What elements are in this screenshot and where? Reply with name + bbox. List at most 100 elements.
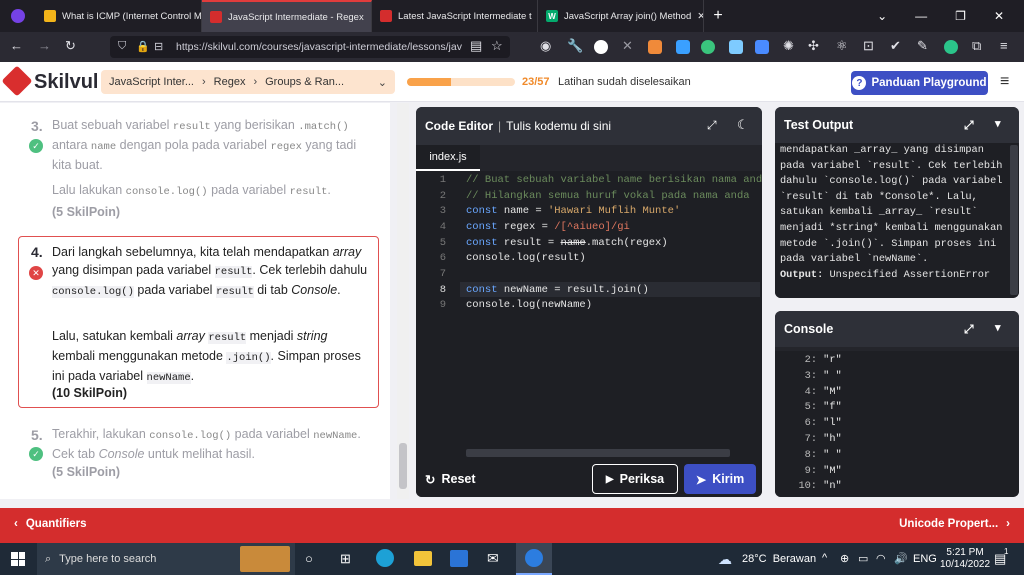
- firefox-view-icon[interactable]: [0, 0, 36, 32]
- reader-view-icon[interactable]: ▤: [470, 38, 482, 54]
- url-bar[interactable]: ⛉ 🔒 ⊟ https://skilvul.com/courses/javasc…: [110, 36, 510, 58]
- submit-button[interactable]: ➤ Kirim: [684, 464, 756, 494]
- console-row: 2: "r": [775, 353, 842, 369]
- extensions-icon[interactable]: ⧉: [972, 38, 981, 54]
- breadcrumb-course[interactable]: JavaScript Inter...: [109, 76, 194, 88]
- extension-blue-icon[interactable]: [676, 40, 690, 54]
- extension-orange-icon[interactable]: [648, 40, 662, 54]
- edge-icon[interactable]: [376, 549, 394, 567]
- console-row: 5: "f": [775, 400, 842, 416]
- extension-check-icon[interactable]: ✔: [890, 38, 901, 54]
- logo-text[interactable]: Skilvul: [34, 71, 98, 94]
- extension-react-icon[interactable]: ⚛: [836, 38, 848, 54]
- volume-icon[interactable]: 🔊: [894, 552, 908, 565]
- wifi-icon[interactable]: ◠: [876, 552, 886, 565]
- close-window-icon[interactable]: ✕: [994, 9, 1004, 23]
- close-tab-icon[interactable]: ✕: [697, 11, 703, 22]
- bookmark-star-icon[interactable]: ☆: [491, 38, 503, 54]
- extension-pen-icon[interactable]: ✎: [917, 38, 928, 54]
- back-icon[interactable]: ←: [10, 38, 23, 53]
- console-output: 2: "r" 3: " " 4: "M" 5: "f" 6: "l" 7: "h" 8: "…: [775, 351, 1019, 497]
- collapse-icon[interactable]: ▾: [995, 117, 1001, 130]
- browser-tab-3[interactable]: Latest JavaScript Intermediate t ✕: [372, 0, 538, 32]
- previous-lesson-link[interactable]: ‹ Quantifiers: [14, 518, 87, 530]
- extension-grammarly-icon[interactable]: [944, 40, 958, 54]
- extension-doc-icon[interactable]: [755, 40, 769, 54]
- tray-network-icon[interactable]: ⊕: [840, 552, 849, 565]
- widgets-icon[interactable]: ⊞: [340, 551, 351, 567]
- pocket-icon[interactable]: ◉: [540, 38, 551, 54]
- console-row: 7: "h": [775, 432, 842, 448]
- console-row: 9: "M": [775, 464, 842, 480]
- clock[interactable]: 5:21 PM 10/14/2022: [940, 547, 990, 571]
- collapse-icon[interactable]: ▾: [995, 321, 1001, 334]
- step-4-instruction-2: Lalu, satukan kembali array result menja…: [52, 329, 361, 384]
- console-row: 4: "M": [775, 385, 842, 401]
- breadcrumb-lesson[interactable]: Groups & Ran...: [265, 76, 344, 88]
- extension-h-icon[interactable]: [594, 40, 608, 54]
- step-4-points: (10 SkilPoin): [52, 386, 128, 400]
- code-line-4: const regex = /[^aiueo]/gi: [466, 221, 630, 233]
- list-tabs-icon[interactable]: ⌄: [877, 9, 887, 23]
- mail-icon[interactable]: ✉: [487, 550, 499, 567]
- minimize-icon[interactable]: —: [915, 9, 927, 23]
- extension-puzzle-icon[interactable]: ✣: [808, 38, 819, 54]
- horizontal-scrollbar[interactable]: [466, 449, 730, 457]
- firefox-taskbar-button[interactable]: [516, 543, 552, 575]
- check-button[interactable]: ▶ Periksa: [592, 464, 678, 494]
- restore-icon[interactable]: ❐: [955, 9, 966, 23]
- code-line-8: const newName = result.join(): [466, 284, 649, 296]
- wrench-icon[interactable]: 🔧: [567, 38, 583, 54]
- step-4-instruction: Dari langkah sebelumnya, kita telah mend…: [52, 245, 368, 298]
- app-menu-icon[interactable]: ≡: [1000, 38, 1008, 53]
- guide-button[interactable]: ? Panduan Playground: [851, 71, 988, 95]
- screenshot-icon[interactable]: ⊡: [863, 38, 874, 54]
- step-5-instruction: Terakhir, lakukan console.log() pada var…: [52, 427, 361, 461]
- tray-display-icon[interactable]: ▭: [858, 552, 868, 565]
- expand-icon[interactable]: ⤢: [707, 118, 717, 133]
- language-indicator[interactable]: ENG: [913, 553, 937, 565]
- browser-navbar: ← → ↻ ⛉ 🔒 ⊟ https://skilvul.com/courses/…: [0, 32, 1024, 62]
- permissions-icon[interactable]: ⊟: [154, 40, 163, 53]
- weather-text[interactable]: 28°C Berawan: [742, 553, 816, 565]
- extension-green-icon[interactable]: [701, 40, 715, 54]
- progress-fill: [407, 78, 451, 86]
- scroll-thumb[interactable]: [399, 443, 407, 489]
- store-icon[interactable]: [450, 550, 468, 567]
- extension-x-icon[interactable]: ✕: [622, 38, 633, 54]
- step-5-check-icon: ✓: [29, 447, 43, 461]
- new-tab-icon[interactable]: +: [704, 7, 732, 25]
- browser-tab-4[interactable]: W JavaScript Array join() Method ✕: [538, 0, 704, 32]
- browser-tab-1[interactable]: What is ICMP (Internet Control M ✕: [36, 0, 202, 32]
- expand-icon[interactable]: ⤢: [964, 118, 974, 133]
- console-row-index: 7:: [804, 433, 817, 445]
- file-explorer-icon[interactable]: [414, 551, 432, 566]
- tray-chevron-icon[interactable]: ^: [822, 552, 827, 564]
- next-lesson-link[interactable]: Unicode Propert... ›: [899, 518, 1010, 530]
- code-line-1: // Buat sebuah variabel name berisikan n…: [466, 174, 762, 186]
- dark-mode-icon[interactable]: ☾: [737, 117, 749, 133]
- expand-icon[interactable]: ⤢: [964, 322, 974, 337]
- reload-icon[interactable]: ↻: [65, 38, 76, 54]
- task-view-icon[interactable]: ○: [305, 551, 313, 566]
- lock-icon[interactable]: 🔒: [136, 40, 150, 53]
- code-area[interactable]: 1 2 3 4 5 6 7 8 9 // Buat sebuah variabe…: [416, 171, 762, 497]
- shield-icon[interactable]: ⛉: [118, 40, 126, 53]
- file-tab-index-js[interactable]: index.js: [416, 145, 480, 171]
- reset-icon: ↻: [425, 472, 436, 487]
- extension-save-icon[interactable]: [729, 40, 743, 54]
- console-row-index: 6:: [804, 417, 817, 430]
- weather-cloud-icon[interactable]: ☁: [718, 551, 732, 568]
- breadcrumb-chapter[interactable]: Regex: [214, 76, 246, 88]
- chevron-left-icon: ‹: [14, 518, 18, 530]
- console-row-value: "f": [817, 401, 842, 414]
- reset-button[interactable]: ↻ Reset: [425, 465, 495, 493]
- chevron-down-icon[interactable]: ⌄: [378, 76, 387, 89]
- lesson-scrollbar[interactable]: [397, 103, 409, 499]
- test-output-scrollbar[interactable]: [1010, 145, 1018, 295]
- menu-icon[interactable]: ≡: [1000, 73, 1009, 91]
- windows-start-icon[interactable]: [11, 552, 25, 566]
- forward-icon[interactable]: →: [38, 38, 51, 53]
- extension-gear-icon[interactable]: ✺: [783, 38, 794, 54]
- browser-tab-2[interactable]: JavaScript Intermediate - Regex ✕: [202, 0, 372, 32]
